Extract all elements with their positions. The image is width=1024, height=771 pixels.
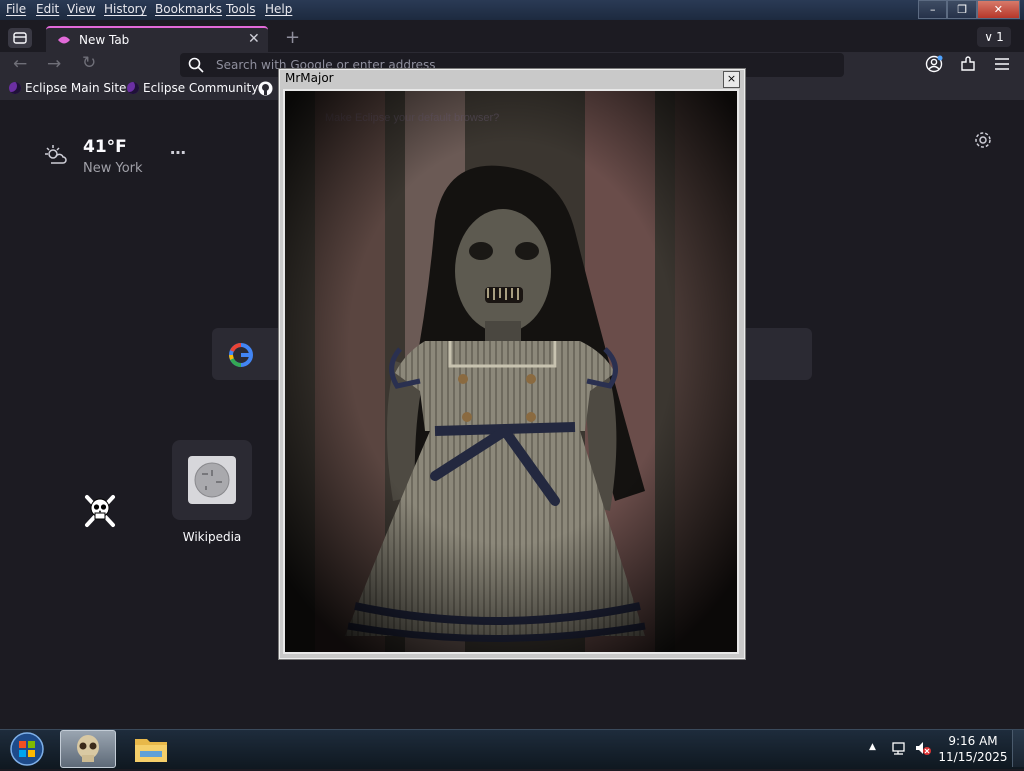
search-icon <box>188 57 204 73</box>
eclipse-icon <box>127 82 139 94</box>
list-all-tabs-button[interactable]: ∨ 1 <box>977 27 1011 47</box>
popup-title: MrMajor <box>285 71 334 85</box>
back-icon[interactable]: ← <box>13 54 27 74</box>
weather-temperature[interactable]: 41°F <box>83 137 127 157</box>
new-tab-icon[interactable]: + <box>285 27 300 48</box>
menu-bar: File Edit View History Bookmarks Tools H… <box>0 0 1024 20</box>
menu-view[interactable]: View <box>67 2 95 16</box>
skull-crossbones-icon[interactable] <box>84 494 116 528</box>
popup-close-button[interactable]: × <box>723 71 740 88</box>
extensions-icon[interactable] <box>959 55 977 73</box>
weather-city[interactable]: New York <box>83 161 143 176</box>
firefox-view-icon <box>13 32 27 44</box>
tab-new-tab[interactable]: New Tab ✕ <box>46 26 268 54</box>
taskbar-clock[interactable]: 9:16 AM 11/15/2025 <box>938 733 1008 765</box>
settings-icon[interactable] <box>974 131 992 149</box>
eclipse-icon <box>9 82 21 94</box>
minimize-button[interactable]: – <box>918 0 948 19</box>
taskbar-app-skull[interactable] <box>60 730 116 768</box>
weather-icon <box>45 145 67 164</box>
wikipedia-icon <box>188 456 236 504</box>
menu-icon[interactable] <box>994 57 1010 71</box>
more-icon[interactable]: ⋯ <box>170 143 186 162</box>
bookmark-eclipse-community[interactable]: Eclipse Community <box>127 81 258 95</box>
volume-muted-icon[interactable] <box>914 740 932 756</box>
bookmark-label: Eclipse Main Site <box>25 81 127 95</box>
windows-start-icon[interactable] <box>8 731 46 767</box>
bookmark-label: Eclipse Community <box>143 81 259 95</box>
show-desktop-button[interactable] <box>1012 730 1024 767</box>
clock-date: 11/15/2025 <box>938 750 1008 764</box>
tray-arrow-icon[interactable]: ▲ <box>869 742 876 752</box>
menu-file[interactable]: File <box>6 2 26 16</box>
github-icon[interactable] <box>258 81 273 96</box>
reload-icon[interactable]: ↻ <box>82 53 96 73</box>
account-icon[interactable] <box>925 55 943 73</box>
menu-tools[interactable]: Tools <box>226 2 256 16</box>
menu-history[interactable]: History <box>104 2 147 16</box>
network-icon[interactable] <box>891 740 907 756</box>
tab-title: New Tab <box>79 33 130 47</box>
bookmark-eclipse-main-site[interactable]: Eclipse Main Site <box>9 81 126 95</box>
window-controls: – ❐ ✕ <box>918 0 1020 19</box>
close-window-button[interactable]: ✕ <box>976 0 1020 19</box>
close-tab-icon[interactable]: ✕ <box>248 31 260 47</box>
file-explorer-icon[interactable] <box>132 733 170 765</box>
chevron-down-icon: ∨ <box>984 30 994 44</box>
menu-edit[interactable]: Edit <box>36 2 59 16</box>
menu-bookmarks[interactable]: Bookmarks <box>155 2 222 16</box>
menu-help[interactable]: Help <box>265 2 292 16</box>
clock-time: 9:16 AM <box>948 734 998 748</box>
popup-photo: Make Eclipse your default browser? <box>283 89 739 654</box>
maximize-button[interactable]: ❐ <box>947 0 977 19</box>
forward-icon[interactable]: → <box>47 54 61 74</box>
shortcut-label: Wikipedia <box>182 530 242 544</box>
tab-icon <box>58 36 70 44</box>
tab-count: 1 <box>996 30 1004 44</box>
skull-app-icon <box>77 735 99 762</box>
firefox-view-button[interactable] <box>8 28 32 48</box>
google-icon <box>229 343 253 367</box>
